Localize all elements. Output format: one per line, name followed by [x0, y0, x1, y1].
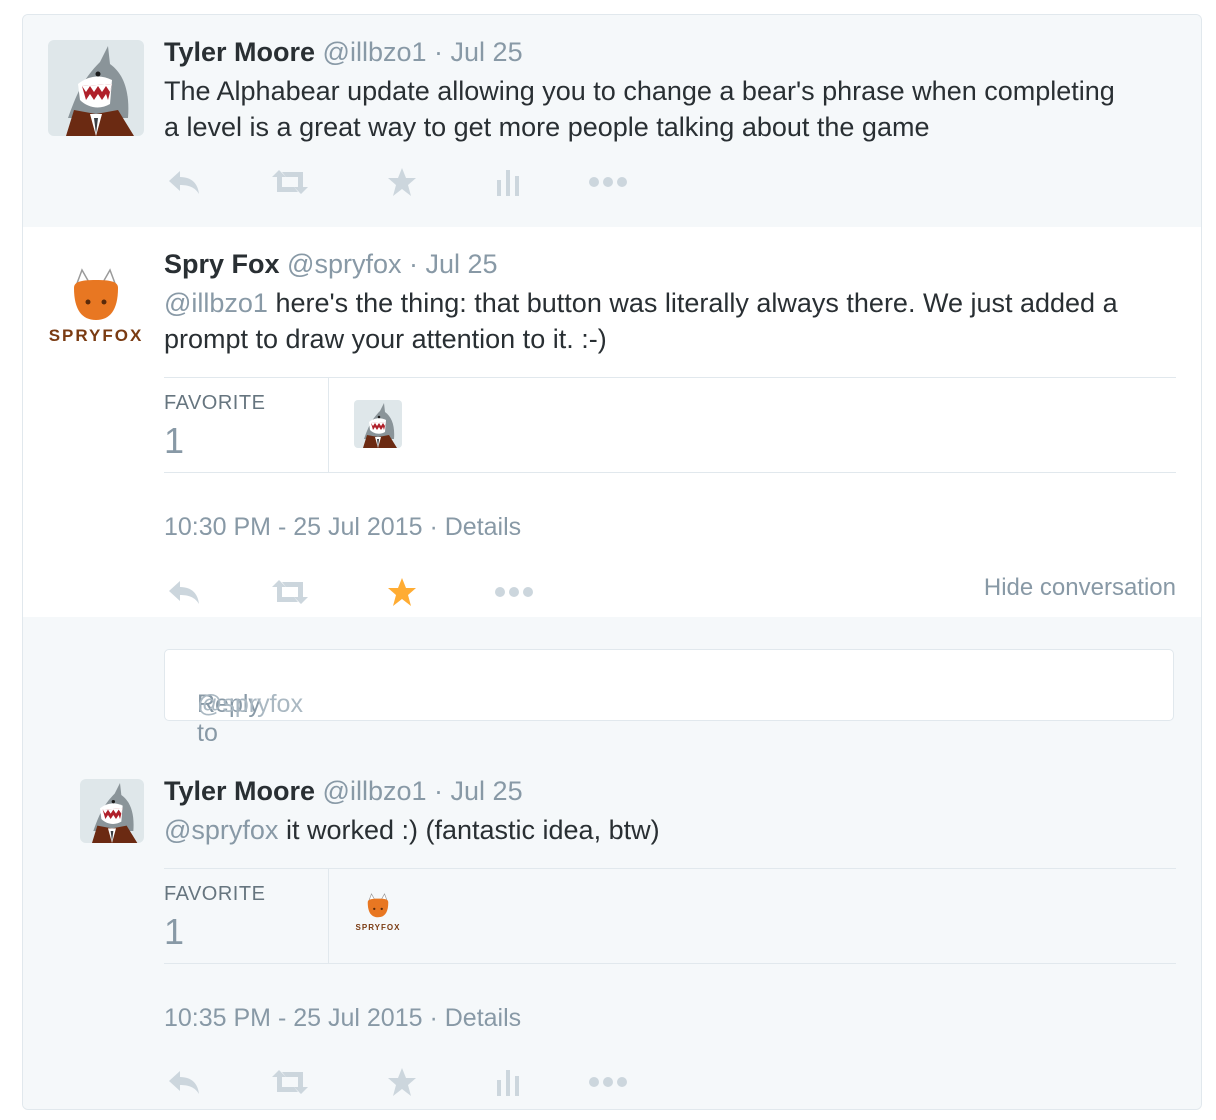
- tweet-text-content: here's the thing: that button was litera…: [267, 288, 1118, 318]
- analytics-button[interactable]: [488, 1062, 528, 1102]
- separator-dot: ·: [434, 37, 444, 67]
- favorite-stat-count[interactable]: 1: [164, 911, 184, 953]
- avatar[interactable]: [80, 779, 144, 843]
- analytics-button[interactable]: [488, 162, 528, 202]
- star-icon: [388, 1068, 416, 1096]
- tweet-actions: [164, 1062, 1174, 1102]
- author-handle[interactable]: @illbzo1: [323, 776, 427, 806]
- tweet-header: Tyler Moore @illbzo1 · Jul 25: [164, 37, 523, 68]
- reply-icon: [169, 171, 199, 194]
- retweet-icon: [272, 580, 308, 604]
- favorite-button[interactable]: [382, 162, 422, 202]
- shark-avatar-icon: [354, 400, 402, 448]
- mention-link[interactable]: @illbzo1: [164, 288, 268, 318]
- reply-button[interactable]: [164, 1062, 204, 1102]
- conversation-container: Tyler Moore @illbzo1 · Jul 25 The Alphab…: [22, 14, 1202, 1110]
- author-name[interactable]: Tyler Moore: [164, 776, 315, 806]
- separator-dot: ·: [429, 513, 438, 541]
- author-name[interactable]: Spry Fox: [164, 249, 280, 279]
- spryfox-logo-text: SPRYFOX: [355, 923, 401, 932]
- favoriter-avatar[interactable]: [354, 400, 402, 448]
- favorite-button[interactable]: [382, 572, 422, 612]
- shark-avatar-icon: [80, 779, 144, 843]
- tweet-date[interactable]: Jul 25: [451, 776, 523, 806]
- more-dots-icon: [495, 587, 533, 597]
- tweet-text-content: it worked :) (fantastic idea, btw): [278, 815, 660, 845]
- bar-chart-icon: [497, 170, 519, 196]
- more-dots-icon: [589, 1077, 627, 1087]
- author-handle[interactable]: @spryfox: [287, 249, 401, 279]
- tweet-header: Tyler Moore @illbzo1 · Jul 25: [164, 776, 523, 807]
- tweet-text-line: The Alphabear update allowing you to cha…: [164, 76, 1115, 106]
- author-handle[interactable]: @illbzo1: [323, 37, 427, 67]
- retweet-icon: [272, 170, 308, 194]
- reply-icon: [169, 1071, 199, 1094]
- tweet-text: The Alphabear update allowing you to cha…: [164, 73, 1174, 145]
- details-link[interactable]: Details: [445, 1004, 521, 1032]
- avatar[interactable]: SPRYFOX: [48, 252, 144, 348]
- favorite-stat-label: FAVORITE: [164, 392, 266, 414]
- more-dots-icon: [589, 177, 627, 187]
- mention-link[interactable]: @spryfox: [164, 815, 278, 845]
- tweet-text: @spryfox it worked :) (fantastic idea, b…: [164, 812, 1174, 848]
- retweet-button[interactable]: [270, 162, 310, 202]
- stat-divider: [328, 378, 329, 472]
- tweet-text: @illbzo1 here's the thing: that button w…: [164, 285, 1174, 357]
- favorite-stat-label: FAVORITE: [164, 883, 266, 905]
- shark-avatar-icon: [48, 40, 144, 136]
- favorite-button[interactable]: [382, 1062, 422, 1102]
- separator-dot: ·: [434, 776, 444, 806]
- timestamp-text[interactable]: 10:30 PM - 25 Jul 2015: [164, 513, 423, 541]
- bar-chart-icon: [497, 1070, 519, 1096]
- favoriter-avatar[interactable]: SPRYFOX: [354, 891, 402, 939]
- star-icon: [388, 578, 416, 606]
- star-icon: [388, 168, 416, 196]
- tweet-text-line: a level is a great way to get more peopl…: [164, 112, 930, 142]
- retweet-icon: [272, 1070, 308, 1094]
- tweet-timestamp: 10:30 PM - 25 Jul 2015 · Details: [164, 513, 521, 542]
- tweet-tyler-1[interactable]: Tyler Moore @illbzo1 · Jul 25 The Alphab…: [23, 15, 1201, 228]
- separator-dot: ·: [409, 249, 418, 279]
- favorite-stat-count[interactable]: 1: [164, 420, 184, 462]
- more-button[interactable]: [588, 162, 628, 202]
- tweet-date[interactable]: Jul 25: [451, 37, 523, 67]
- more-button[interactable]: [494, 572, 534, 612]
- retweet-button[interactable]: [270, 1062, 310, 1102]
- more-button[interactable]: [588, 1062, 628, 1102]
- reply-area: Reply to @spryfox: [23, 617, 1201, 755]
- tweet-text-line: @illbzo1 here's the thing: that button w…: [164, 285, 1174, 321]
- tweet-text-line: prompt to draw your attention to it. :-): [164, 324, 607, 354]
- tweet-stats: FAVORITE 1 SPRYFOX: [164, 868, 1176, 964]
- tweet-stats: FAVORITE 1: [164, 377, 1176, 473]
- reply-button[interactable]: [164, 572, 204, 612]
- separator-dot: ·: [429, 1004, 438, 1032]
- tweet-text-line: @spryfox it worked :) (fantastic idea, b…: [164, 812, 1174, 848]
- timestamp-text[interactable]: 10:35 PM - 25 Jul 2015: [164, 1004, 423, 1032]
- retweet-button[interactable]: [270, 572, 310, 612]
- details-link[interactable]: Details: [445, 513, 521, 541]
- reply-input[interactable]: Reply to @spryfox: [164, 649, 1174, 747]
- reply-placeholder-handle: @spryfox: [197, 690, 303, 718]
- reply-icon: [169, 581, 199, 604]
- tweet-spryfox[interactable]: SPRYFOX Spry Fox @spryfox · Jul 25 @illb…: [23, 227, 1201, 618]
- author-name[interactable]: Tyler Moore: [164, 37, 315, 67]
- tweet-timestamp: 10:35 PM - 25 Jul 2015 · Details: [164, 1004, 521, 1033]
- spryfox-logo-text: SPRYFOX: [48, 326, 144, 345]
- reply-button[interactable]: [164, 162, 204, 202]
- tweet-date[interactable]: Jul 25: [426, 249, 498, 279]
- avatar[interactable]: [48, 40, 144, 136]
- hide-conversation-link[interactable]: Hide conversation: [984, 574, 1176, 602]
- tweet-tyler-2[interactable]: Tyler Moore @illbzo1 · Jul 25 @spryfox i…: [23, 754, 1201, 1109]
- stat-divider: [328, 869, 329, 963]
- tweet-actions: [164, 162, 1174, 202]
- tweet-header: Spry Fox @spryfox · Jul 25: [164, 249, 498, 280]
